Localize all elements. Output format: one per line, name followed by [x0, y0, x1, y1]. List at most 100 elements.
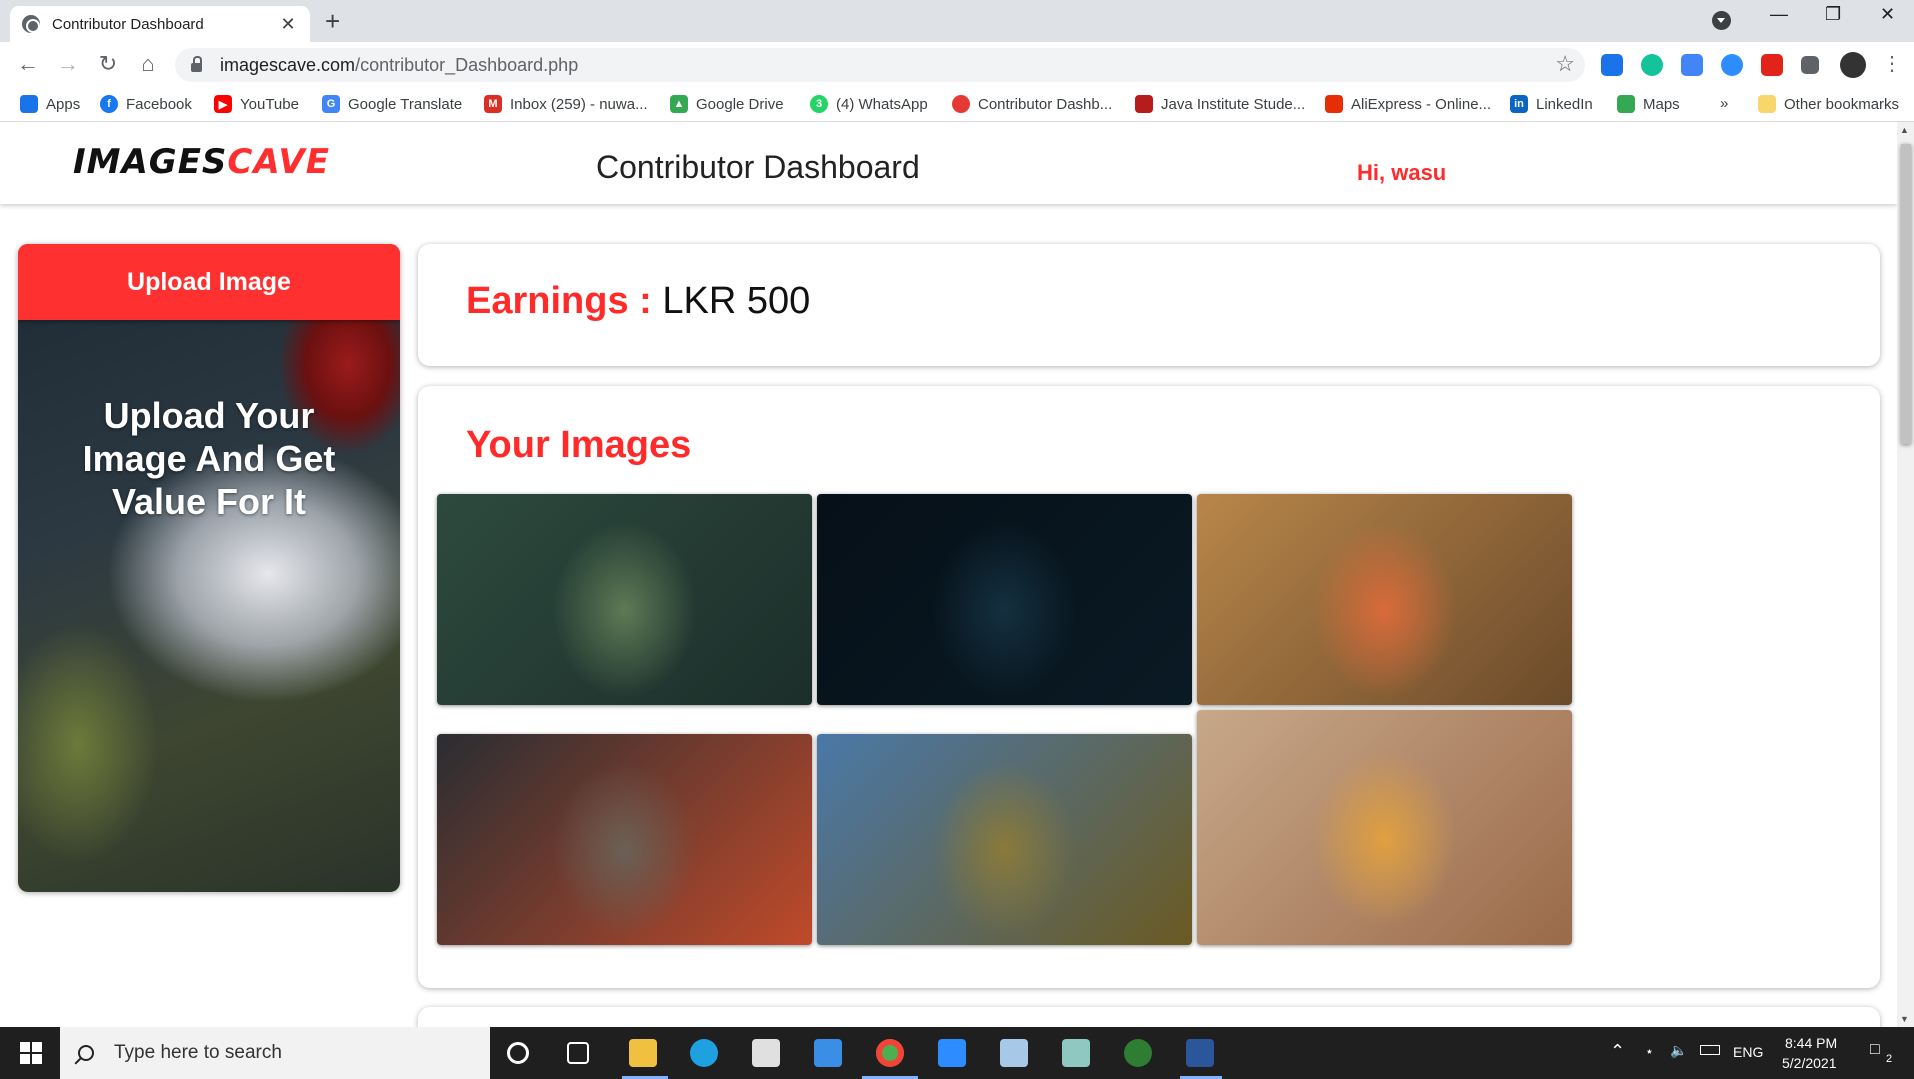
other-bookmarks-label: Other bookmarks [1784, 95, 1900, 113]
new-tab-button[interactable]: + [325, 6, 340, 37]
chrome-menu-icon[interactable]: ⋮ [1878, 51, 1906, 76]
bookmark-aliexpress[interactable]: AliExpress - Online... [1325, 95, 1491, 113]
lock-icon[interactable] [191, 56, 202, 72]
bookmark-facebook[interactable]: f Facebook [100, 95, 192, 113]
page-viewport: IMAGESCAVE Contributor Dashboard Hi, was… [0, 122, 1897, 1027]
bookmark-label: Maps [1643, 95, 1680, 113]
site-icon [952, 95, 970, 113]
volume-icon[interactable]: 🔈 [1670, 1042, 1687, 1059]
language-indicator[interactable]: ENG [1733, 1044, 1763, 1060]
image-thumbnail-fast-food[interactable] [1197, 710, 1572, 945]
upload-image-button[interactable]: Upload Image [18, 244, 400, 320]
back-icon[interactable]: ← [14, 51, 42, 77]
word-icon[interactable] [1186, 1039, 1214, 1067]
file-explorer-icon[interactable] [629, 1039, 657, 1067]
bookmark-youtube[interactable]: ▶ YouTube [214, 95, 299, 113]
earnings-card: Earnings : LKR 500 [418, 244, 1880, 366]
bookmark-label: (4) WhatsApp [836, 95, 928, 113]
grammarly-icon[interactable] [1641, 54, 1663, 76]
upload-promo-card: Upload Image Upload Your Image And Get V… [18, 244, 400, 892]
zoom-ext-icon[interactable] [1721, 54, 1743, 76]
url-host: imagescave.com [220, 54, 356, 75]
restore-icon[interactable]: ❐ [1825, 4, 1841, 25]
bookmark-google-translate[interactable]: G Google Translate [322, 95, 462, 113]
pdf-ext-icon[interactable] [1761, 54, 1783, 76]
image-thumbnail-pizza[interactable] [1197, 494, 1572, 705]
bookmark-java-institute[interactable]: Java Institute Stude... [1135, 95, 1305, 113]
logo-part-cave: CAVE [227, 142, 330, 182]
extension-reader-icon[interactable] [1601, 54, 1623, 76]
apps-grid-icon [20, 95, 38, 113]
hs-app-icon[interactable] [1124, 1039, 1152, 1067]
bookmark-label: Apps [46, 95, 81, 113]
network-icon[interactable]: ⋆ [1645, 1043, 1654, 1060]
globe-icon [22, 15, 40, 33]
profile-avatar[interactable] [1840, 52, 1866, 78]
url-path: /contributor_Dashboard.php [355, 54, 579, 75]
site-header: IMAGESCAVE Contributor Dashboard Hi, was… [0, 122, 1897, 204]
image-thumbnail-pebbles[interactable] [437, 734, 812, 945]
aliexpress-icon [1325, 95, 1343, 113]
cortana-icon[interactable] [507, 1042, 529, 1064]
clock-time[interactable]: 8:44 PM [1785, 1035, 1837, 1051]
tab-contributor-dashboard[interactable]: Contributor Dashboard ✕ [10, 6, 310, 42]
windows-start-icon[interactable] [20, 1042, 42, 1064]
notes-app-icon[interactable] [1062, 1039, 1090, 1067]
task-view-icon[interactable] [567, 1042, 589, 1064]
linkedin-icon: in [1510, 95, 1528, 113]
window-close-icon[interactable]: ✕ [1880, 4, 1895, 25]
bookmark-inbox[interactable]: M Inbox (259) - nuwa... [484, 95, 648, 113]
bookmark-label: Google Drive [696, 95, 784, 113]
notifications-icon[interactable]: □ [1870, 1041, 1880, 1059]
image-thumbnail-lion[interactable] [817, 734, 1192, 945]
zoom-icon[interactable] [938, 1039, 966, 1067]
other-bookmarks[interactable]: Other bookmarks [1758, 95, 1899, 113]
scroll-up-icon[interactable]: ▲ [1900, 125, 1909, 135]
browser-toolbar: ← → ↻ ⌂ imagescave.com/contributor_Dashb… [0, 42, 1914, 88]
store-icon[interactable] [752, 1039, 780, 1067]
chrome-icon[interactable] [876, 1039, 904, 1067]
bookmark-linkedin[interactable]: in LinkedIn [1510, 95, 1593, 113]
reload-icon[interactable]: ↻ [94, 51, 122, 77]
bookmark-whatsapp[interactable]: 3 (4) WhatsApp [810, 95, 928, 113]
mail-icon[interactable] [814, 1039, 842, 1067]
windows-taskbar: Type here to search ⌃ ⋆ 🔈 ENG 8:44 PM 5/… [0, 1027, 1914, 1079]
home-icon[interactable]: ⌂ [134, 51, 162, 77]
virtualbox-icon[interactable] [1000, 1039, 1028, 1067]
bookmark-contributor-dashboard[interactable]: Contributor Dashb... [952, 95, 1112, 113]
address-bar[interactable]: imagescave.com/contributor_Dashboard.php… [175, 48, 1585, 82]
forward-icon[interactable]: → [54, 51, 82, 77]
bookmark-star-icon[interactable]: ☆ [1555, 51, 1575, 77]
bookmark-label: LinkedIn [1536, 95, 1593, 113]
tab-search-icon[interactable] [1712, 11, 1731, 30]
page-title: Contributor Dashboard [596, 149, 920, 185]
page-scrollbar[interactable]: ▲ ▼ [1897, 122, 1914, 1027]
edge-icon[interactable] [690, 1039, 718, 1067]
url-text[interactable]: imagescave.com/contributor_Dashboard.php [220, 55, 578, 76]
clock-date[interactable]: 5/2/2021 [1782, 1055, 1837, 1071]
scroll-down-icon[interactable]: ▼ [1900, 1014, 1909, 1024]
taskbar-search-box[interactable]: Type here to search [60, 1027, 490, 1079]
image-thumbnail-panda[interactable] [437, 494, 812, 705]
bookmark-maps[interactable]: Maps [1617, 95, 1680, 113]
minimize-icon[interactable]: — [1770, 4, 1788, 25]
earnings-line: Earnings : LKR 500 [466, 280, 810, 323]
tray-chevron-icon[interactable]: ⌃ [1610, 1041, 1625, 1062]
battery-icon[interactable] [1700, 1045, 1720, 1055]
extensions-puzzle-icon[interactable] [1801, 56, 1819, 74]
earnings-label: Earnings : [466, 280, 663, 322]
tab-close-icon[interactable]: ✕ [278, 14, 298, 35]
bookmark-label: AliExpress - Online... [1351, 95, 1492, 113]
bookmarks-overflow-button[interactable]: » [1720, 95, 1728, 112]
bookmark-apps[interactable]: Apps [20, 95, 80, 113]
scrollbar-thumb[interactable] [1901, 144, 1911, 444]
site-logo[interactable]: IMAGESCAVE [73, 142, 330, 182]
bookmark-label: Google Translate [348, 95, 463, 113]
earnings-value: LKR 500 [662, 280, 811, 322]
bookmark-label: Inbox (259) - nuwa... [510, 95, 648, 113]
google-translate-ext-icon[interactable] [1681, 54, 1703, 76]
bookmark-label: YouTube [240, 95, 299, 113]
logo-part-images: IMAGES [73, 142, 228, 182]
bookmark-google-drive[interactable]: ▲ Google Drive [670, 95, 784, 113]
image-thumbnail-city-night[interactable] [817, 494, 1192, 705]
